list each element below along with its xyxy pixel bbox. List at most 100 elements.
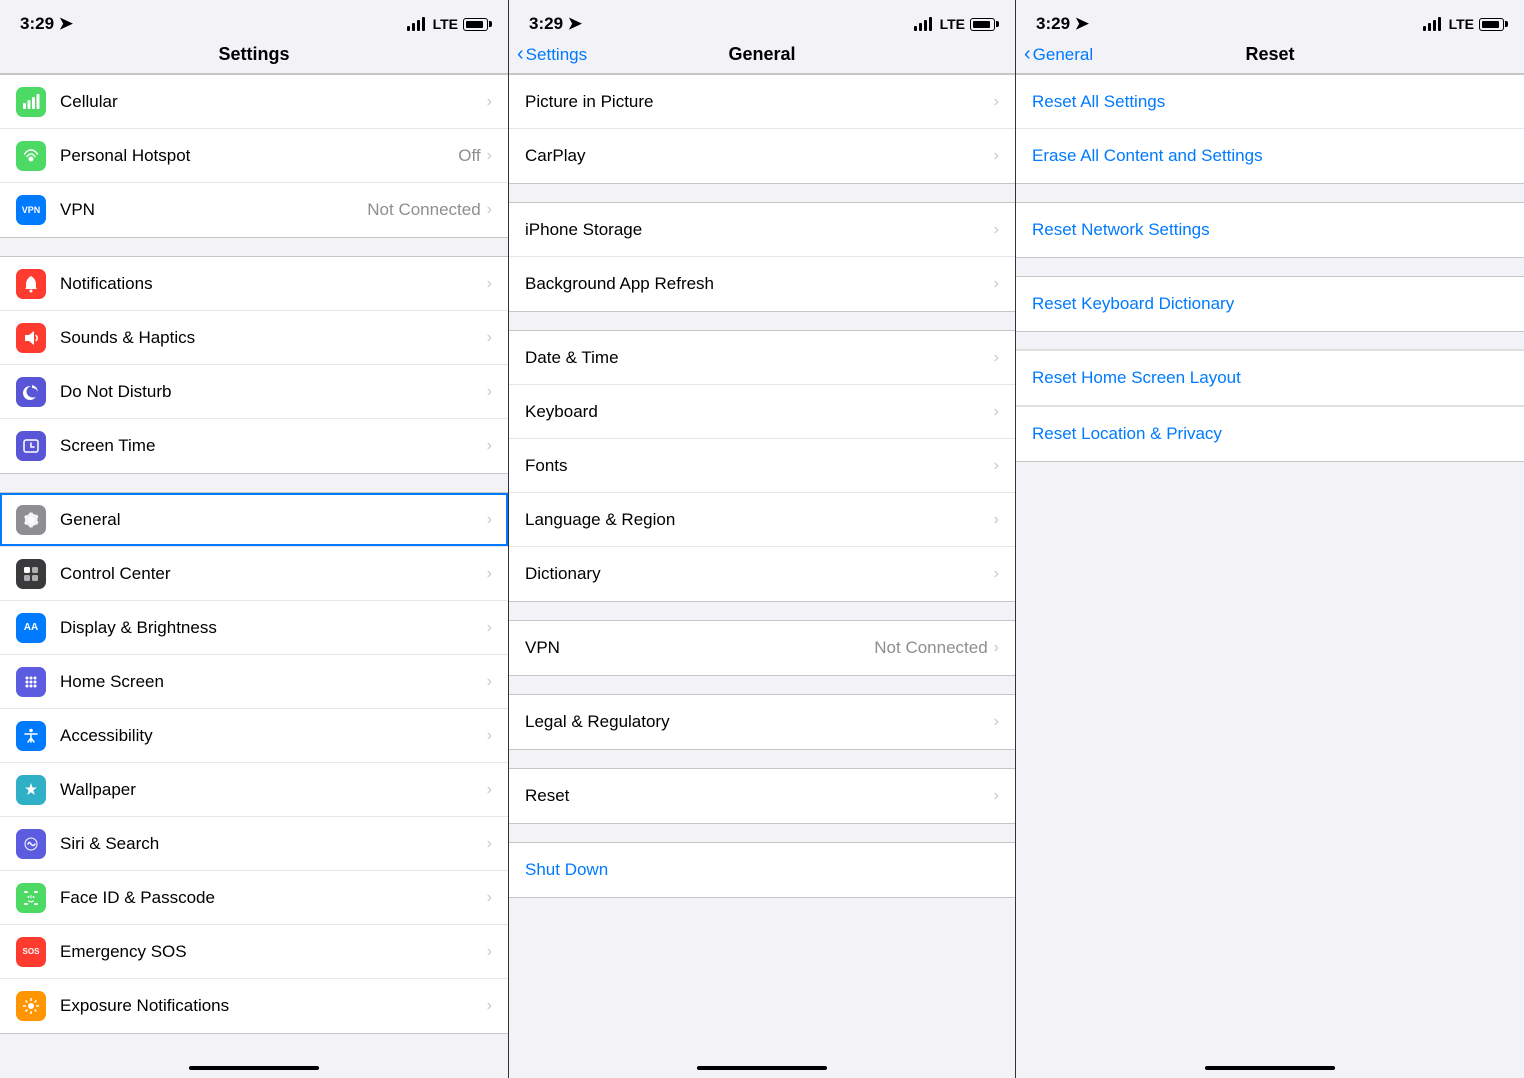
wallpaper-label: Wallpaper xyxy=(60,780,487,800)
item-siri[interactable]: Siri & Search › xyxy=(0,817,508,871)
item-reset-location[interactable]: Reset Location & Privacy xyxy=(1016,407,1524,461)
section-vpn-general: VPN Not Connected › xyxy=(509,620,1015,676)
chevron-carplay: › xyxy=(994,147,999,165)
status-bar-3: 3:29 ➤ LTE xyxy=(1016,0,1524,40)
item-dnd[interactable]: Do Not Disturb › xyxy=(0,365,508,419)
dnd-icon xyxy=(16,377,46,407)
chevron-notifications: › xyxy=(487,275,492,293)
home-indicator-1 xyxy=(189,1066,319,1070)
wallpaper-icon xyxy=(16,775,46,805)
exposure-label: Exposure Notifications xyxy=(60,996,487,1016)
item-background-refresh[interactable]: Background App Refresh › xyxy=(509,257,1015,311)
back-button-reset[interactable]: ‹ General xyxy=(1024,43,1093,66)
item-faceid[interactable]: Face ID & Passcode › xyxy=(0,871,508,925)
chevron-general: › xyxy=(487,511,492,529)
homescreen-label: Home Screen xyxy=(60,672,487,692)
section-datetime: Date & Time › Keyboard › Fonts › Languag… xyxy=(509,330,1015,602)
general-label: General xyxy=(60,510,487,530)
item-language[interactable]: Language & Region › xyxy=(509,493,1015,547)
chevron-cellular: › xyxy=(487,93,492,111)
hotspot-label: Personal Hotspot xyxy=(60,146,458,166)
display-icon: AA xyxy=(16,613,46,643)
item-cellular[interactable]: Cellular › xyxy=(0,75,508,129)
nav-header-3: ‹ General Reset xyxy=(1016,40,1524,74)
item-vpn[interactable]: VPN VPN Not Connected › xyxy=(0,183,508,237)
section-shutdown: Shut Down xyxy=(509,842,1015,898)
item-accessibility[interactable]: Accessibility › xyxy=(0,709,508,763)
chevron-fonts: › xyxy=(994,457,999,475)
section-legal: Legal & Regulatory › xyxy=(509,694,1015,750)
chevron-siri: › xyxy=(487,835,492,853)
item-vpn-general[interactable]: VPN Not Connected › xyxy=(509,621,1015,675)
item-screentime[interactable]: Screen Time › xyxy=(0,419,508,473)
item-dictionary[interactable]: Dictionary › xyxy=(509,547,1015,601)
chevron-sos: › xyxy=(487,943,492,961)
chevron-controlcenter: › xyxy=(487,565,492,583)
section-reset-keyboard: Reset Keyboard Dictionary xyxy=(1016,276,1524,332)
hotspot-value: Off xyxy=(458,146,480,166)
reset-list[interactable]: Reset All Settings Erase All Content and… xyxy=(1016,74,1524,1060)
chevron-vpn: › xyxy=(487,201,492,219)
cellular-label: Cellular xyxy=(60,92,487,112)
item-legal[interactable]: Legal & Regulatory › xyxy=(509,695,1015,749)
item-datetime[interactable]: Date & Time › xyxy=(509,331,1015,385)
chevron-dnd: › xyxy=(487,383,492,401)
vpn-icon: VPN xyxy=(16,195,46,225)
status-bar-2: 3:29 ➤ LTE xyxy=(509,0,1015,40)
chevron-vpn-general: › xyxy=(994,639,999,657)
keyboard-label: Keyboard xyxy=(525,402,994,422)
item-sos[interactable]: SOS Emergency SOS › xyxy=(0,925,508,979)
item-exposure[interactable]: Exposure Notifications › xyxy=(0,979,508,1033)
item-reset-network[interactable]: Reset Network Settings xyxy=(1016,203,1524,257)
back-button-general[interactable]: ‹ Settings xyxy=(517,43,587,66)
item-pip[interactable]: Picture in Picture › xyxy=(509,75,1015,129)
time-2: 3:29 ➤ xyxy=(529,14,582,34)
nav-title-3: Reset xyxy=(1245,44,1294,65)
datetime-label: Date & Time xyxy=(525,348,994,368)
dnd-label: Do Not Disturb xyxy=(60,382,487,402)
hotspot-icon xyxy=(16,141,46,171)
item-wallpaper[interactable]: Wallpaper › xyxy=(0,763,508,817)
erase-all-label: Erase All Content and Settings xyxy=(1032,146,1508,166)
reset-location-label: Reset Location & Privacy xyxy=(1032,424,1508,444)
section-notifications: Notifications › Sounds & Haptics › xyxy=(0,256,508,474)
display-label: Display & Brightness xyxy=(60,618,487,638)
item-homescreen[interactable]: Home Screen › xyxy=(0,655,508,709)
chevron-reset: › xyxy=(994,787,999,805)
status-icons-3: LTE xyxy=(1423,16,1504,32)
chevron-pip: › xyxy=(994,93,999,111)
nav-header-1: Settings xyxy=(0,40,508,74)
item-reset-homescreen[interactable]: Reset Home Screen Layout xyxy=(1016,351,1524,405)
item-general[interactable]: General › xyxy=(0,493,508,547)
notifications-icon xyxy=(16,269,46,299)
settings-panel: 3:29 ➤ LTE Settings xyxy=(0,0,508,1078)
item-reset[interactable]: Reset › xyxy=(509,769,1015,823)
item-carplay[interactable]: CarPlay › xyxy=(509,129,1015,183)
reset-label: Reset xyxy=(525,786,994,806)
item-display[interactable]: AA Display & Brightness › xyxy=(0,601,508,655)
item-reset-all-settings[interactable]: Reset All Settings xyxy=(1016,75,1524,129)
battery-icon-3 xyxy=(1479,18,1504,31)
dictionary-label: Dictionary xyxy=(525,564,994,584)
chevron-screentime: › xyxy=(487,437,492,455)
siri-label: Siri & Search xyxy=(60,834,487,854)
item-reset-keyboard[interactable]: Reset Keyboard Dictionary xyxy=(1016,277,1524,331)
item-fonts[interactable]: Fonts › xyxy=(509,439,1015,493)
general-list[interactable]: Picture in Picture › CarPlay › iPhone St… xyxy=(509,74,1015,1060)
item-shutdown[interactable]: Shut Down xyxy=(509,843,1015,897)
lte-label-1: LTE xyxy=(433,16,458,32)
battery-icon-1 xyxy=(463,18,488,31)
screentime-label: Screen Time xyxy=(60,436,487,456)
item-hotspot[interactable]: Personal Hotspot Off › xyxy=(0,129,508,183)
chevron-dictionary: › xyxy=(994,565,999,583)
item-keyboard[interactable]: Keyboard › xyxy=(509,385,1015,439)
item-notifications[interactable]: Notifications › xyxy=(0,257,508,311)
section-reset-network: Reset Network Settings xyxy=(1016,202,1524,258)
item-sounds[interactable]: Sounds & Haptics › xyxy=(0,311,508,365)
time-3: 3:29 ➤ xyxy=(1036,14,1089,34)
item-erase-all[interactable]: Erase All Content and Settings xyxy=(1016,129,1524,183)
item-iphone-storage[interactable]: iPhone Storage › xyxy=(509,203,1015,257)
settings-list-1[interactable]: Cellular › Personal Hotspot Off › VPN xyxy=(0,74,508,1060)
chevron-language: › xyxy=(994,511,999,529)
item-controlcenter[interactable]: Control Center › xyxy=(0,547,508,601)
